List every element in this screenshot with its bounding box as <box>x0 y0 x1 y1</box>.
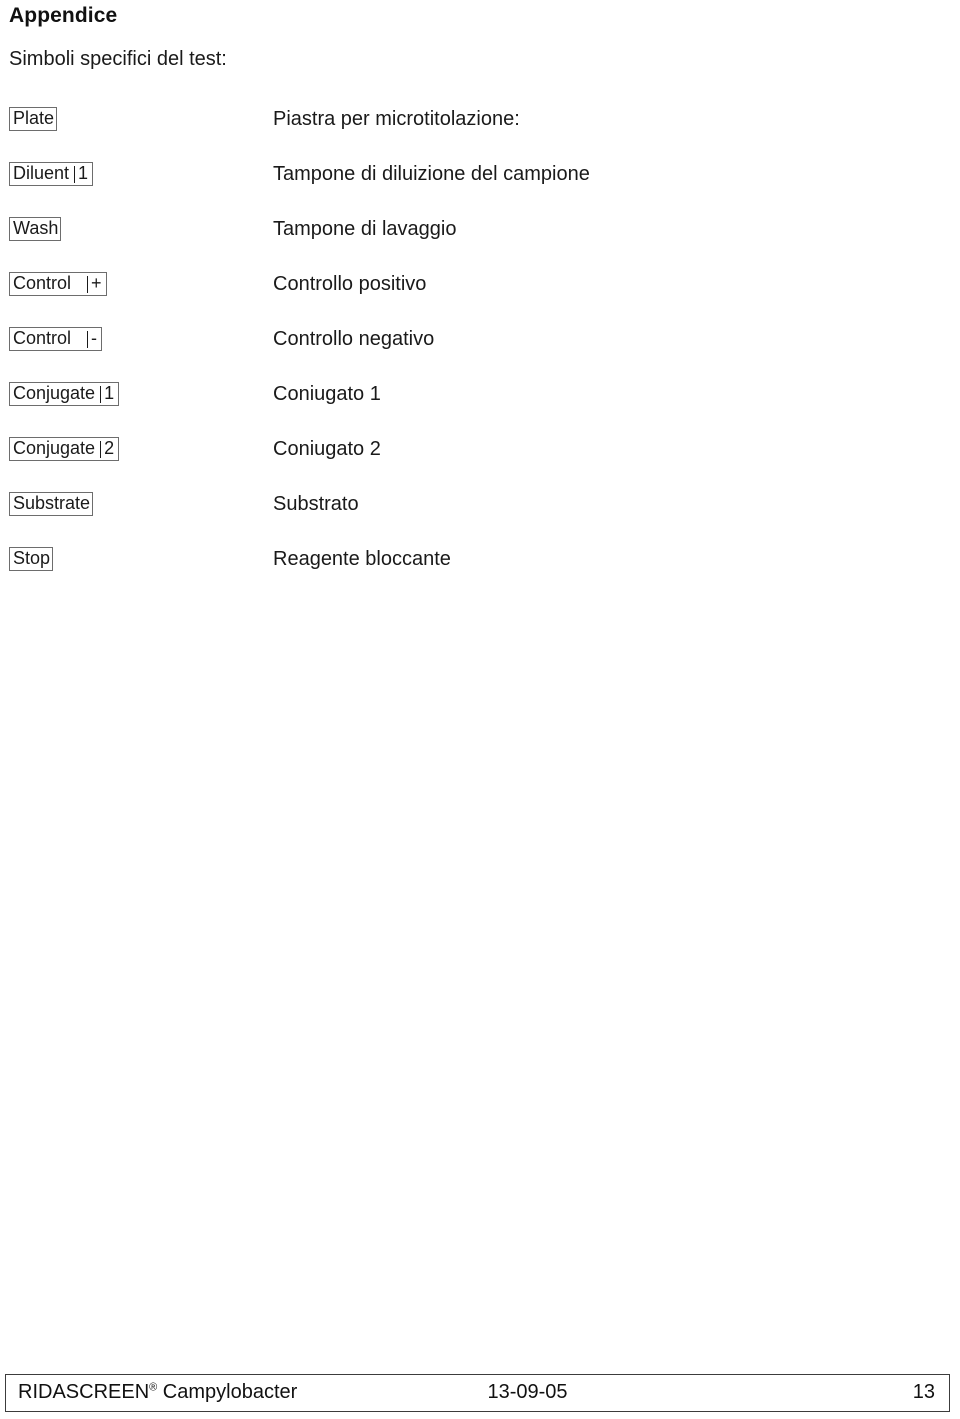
symbol-cell: Plate <box>9 107 58 131</box>
symbol-description: Piastra per microtitolazione: <box>273 108 520 130</box>
symbol-cell: Control + <box>9 272 107 296</box>
symbol-description: Tampone di diluizione del campione <box>273 163 590 185</box>
table-row: Conjugate 1 Coniugato 1 <box>0 380 960 435</box>
symbol-box-plate: Plate <box>9 107 58 131</box>
symbol-label: Plate <box>13 108 55 128</box>
symbol-suffix: 1 <box>78 163 89 183</box>
symbol-box-control-positive: Control + <box>9 272 107 296</box>
symbol-cell: Stop <box>9 547 54 571</box>
section-subtitle: Simboli specifici del test: <box>9 48 227 70</box>
vertical-bar-icon <box>74 165 76 183</box>
document-page: Appendice Simboli specifici del test: Pl… <box>0 0 960 1419</box>
footer-date: 13-09-05 <box>487 1381 568 1403</box>
table-row: Plate Piastra per microtitolazione: <box>0 105 960 160</box>
table-row: Control - Controllo negativo <box>0 325 960 380</box>
symbol-description: Controllo positivo <box>273 273 427 295</box>
table-row: Control + Controllo positivo <box>0 270 960 325</box>
symbol-description: Reagente bloccante <box>273 548 451 570</box>
symbol-box-conjugate-2: Conjugate 2 <box>9 437 120 461</box>
symbol-suffix: 1 <box>104 383 115 403</box>
footer-page-number: 13 <box>912 1381 935 1403</box>
symbol-label: Wash <box>13 218 59 238</box>
symbol-description: Coniugato 2 <box>273 438 381 460</box>
table-row: Substrate Substrato <box>0 490 960 545</box>
symbol-suffix: 2 <box>104 438 115 458</box>
symbol-cell: Substrate <box>9 492 94 516</box>
symbol-box-conjugate-1: Conjugate 1 <box>9 382 120 406</box>
symbol-box-wash: Wash <box>9 217 62 241</box>
symbol-box-stop: Stop <box>9 547 54 571</box>
symbol-cell: Diluent 1 <box>9 162 94 186</box>
vertical-bar-icon <box>87 275 89 293</box>
footer-inner: RIDASCREEN® Campylobacter 13-09-05 13 <box>6 1375 949 1411</box>
symbol-description: Substrato <box>273 493 359 515</box>
symbol-description: Controllo negativo <box>273 328 435 350</box>
symbol-label: Substrate <box>13 493 91 513</box>
symbol-label: Diluent <box>13 163 70 183</box>
table-row: Conjugate 2 Coniugato 2 <box>0 435 960 490</box>
symbol-cell: Wash <box>9 217 62 241</box>
symbol-description: Tampone di lavaggio <box>273 218 457 240</box>
vertical-bar-icon <box>87 330 89 348</box>
vertical-bar-icon <box>100 385 102 403</box>
vertical-bar-icon <box>100 440 102 458</box>
page-title: Appendice <box>9 4 118 27</box>
symbol-description: Coniugato 1 <box>273 383 381 405</box>
symbol-label: Control <box>13 328 72 348</box>
symbol-suffix: - <box>91 328 98 348</box>
symbol-label: Stop <box>13 548 51 568</box>
table-row: Wash Tampone di lavaggio <box>0 215 960 270</box>
symbol-label: Conjugate <box>13 383 96 403</box>
symbol-box-substrate: Substrate <box>9 492 94 516</box>
symbol-box-control-negative: Control - <box>9 327 103 351</box>
symbol-suffix: + <box>91 273 102 293</box>
symbol-label: Control <box>13 273 72 293</box>
symbol-label: Conjugate <box>13 438 96 458</box>
symbol-legend-table: Plate Piastra per microtitolazione: Dilu… <box>0 105 960 600</box>
table-row: Stop Reagente bloccante <box>0 545 960 600</box>
symbol-cell: Conjugate 2 <box>9 437 120 461</box>
symbol-cell: Conjugate 1 <box>9 382 120 406</box>
table-row: Diluent 1 Tampone di diluizione del camp… <box>0 160 960 215</box>
page-footer: RIDASCREEN® Campylobacter 13-09-05 13 <box>5 1374 950 1412</box>
symbol-cell: Control - <box>9 327 103 351</box>
symbol-box-diluent-1: Diluent 1 <box>9 162 94 186</box>
